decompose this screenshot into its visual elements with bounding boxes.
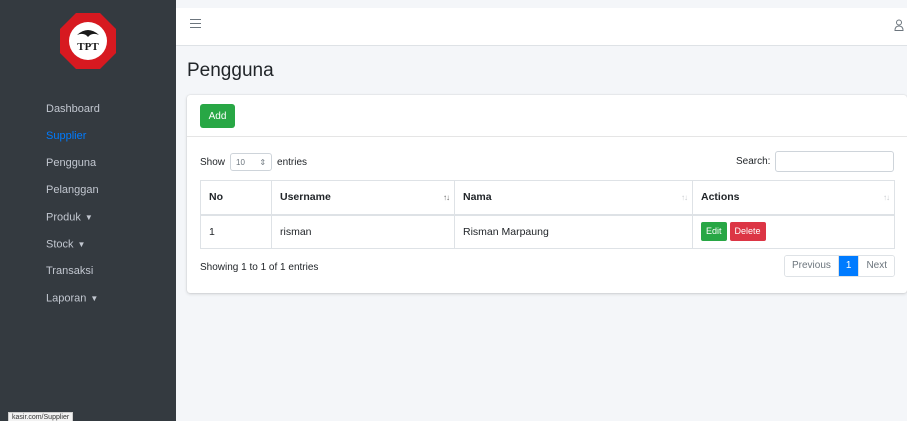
page-length-value: 10 bbox=[236, 157, 245, 167]
column-header-label: Nama bbox=[463, 191, 492, 204]
pagination: Previous 1 Next bbox=[783, 255, 895, 277]
column-header-actions[interactable]: Actions ↑↓ bbox=[692, 180, 895, 216]
sort-icon: ↑↓ bbox=[681, 193, 688, 202]
select-arrows-icon: ⇕ bbox=[259, 157, 267, 167]
page-1-button[interactable]: 1 bbox=[837, 256, 859, 276]
users-card: Add Show 10 ⇕ entries Search: No Usernam… bbox=[187, 95, 907, 293]
sidebar-item-laporan[interactable]: Laporan ▼ bbox=[0, 285, 176, 312]
caret-down-icon: ▼ bbox=[77, 240, 86, 249]
caret-down-icon: ▼ bbox=[90, 294, 99, 303]
sidebar-item-stock[interactable]: Stock ▼ bbox=[0, 231, 176, 258]
cell-no: 1 bbox=[200, 214, 272, 249]
cell-username: risman bbox=[271, 214, 455, 249]
table-row: 1 risman Risman Marpaung Edit Delete bbox=[200, 214, 895, 249]
entries-label: entries bbox=[277, 156, 308, 168]
sidebar-item-label: Dashboard bbox=[46, 103, 100, 115]
search-control: Search: bbox=[736, 151, 895, 172]
next-button[interactable]: Next bbox=[858, 256, 894, 276]
column-header-label: Username bbox=[280, 191, 331, 204]
brand-logo[interactable]: TPT bbox=[0, 0, 176, 82]
column-header-label: No bbox=[209, 191, 223, 204]
sidebar-item-supplier[interactable]: Supplier bbox=[0, 123, 176, 150]
status-bar-url: kasir.com/Supplier bbox=[8, 412, 74, 421]
hamburger-icon[interactable] bbox=[190, 19, 201, 30]
sidebar-item-label: Pengguna bbox=[46, 157, 97, 169]
sidebar-item-label: Pelanggan bbox=[46, 184, 99, 196]
search-label: Search: bbox=[736, 156, 771, 167]
column-header-label: Actions bbox=[701, 191, 740, 204]
sidebar-item-produk[interactable]: Produk ▼ bbox=[0, 204, 176, 231]
sidebar-item-label: Transaksi bbox=[46, 265, 94, 277]
sidebar-item-label: Produk bbox=[46, 211, 81, 224]
page-length-select[interactable]: 10 ⇕ bbox=[230, 153, 273, 171]
column-header-no[interactable]: No bbox=[200, 180, 272, 216]
caret-down-icon: ▼ bbox=[84, 213, 93, 222]
show-label: Show bbox=[200, 156, 226, 168]
previous-button[interactable]: Previous bbox=[784, 256, 838, 276]
sidebar-item-label: Stock bbox=[46, 238, 74, 251]
sort-icon: ↑↓ bbox=[443, 193, 450, 202]
logo-icon: TPT bbox=[60, 13, 116, 69]
user-icon[interactable] bbox=[894, 19, 904, 31]
column-header-username[interactable]: Username ↑↓ bbox=[271, 180, 455, 216]
sidebar-item-dashboard[interactable]: Dashboard bbox=[0, 96, 176, 123]
logo-text: TPT bbox=[77, 41, 99, 53]
column-header-nama[interactable]: Nama ↑↓ bbox=[454, 180, 693, 216]
sidebar-item-label: Laporan bbox=[46, 292, 87, 305]
cell-nama: Risman Marpaung bbox=[454, 214, 693, 249]
edit-button[interactable]: Edit bbox=[701, 222, 727, 242]
table-info: Showing 1 to 1 of 1 entries bbox=[200, 262, 319, 273]
users-table: No Username ↑↓ Nama ↑↓ Actions ↑↓ 1 risman … bbox=[200, 180, 895, 249]
page-title: Pengguna bbox=[187, 60, 274, 81]
add-button[interactable]: Add bbox=[200, 104, 235, 128]
sidebar-item-label: Supplier bbox=[46, 130, 87, 142]
sort-icon: ↑↓ bbox=[883, 193, 890, 202]
sidebar-item-pelanggan[interactable]: Pelanggan bbox=[0, 177, 176, 204]
sidebar-item-pengguna[interactable]: Pengguna bbox=[0, 150, 176, 177]
sidebar-item-transaksi[interactable]: Transaksi bbox=[0, 258, 176, 285]
card-header: Add bbox=[187, 95, 907, 137]
page-length-control: Show 10 ⇕ entries bbox=[200, 153, 307, 171]
top-navbar bbox=[176, 8, 907, 46]
table-header-row: No Username ↑↓ Nama ↑↓ Actions ↑↓ bbox=[200, 180, 895, 216]
delete-button[interactable]: Delete bbox=[729, 222, 766, 242]
sidebar: TPT Dashboard Supplier Pengguna Pelangga… bbox=[0, 0, 176, 421]
cell-actions: Edit Delete bbox=[692, 214, 895, 249]
sidebar-nav: Dashboard Supplier Pengguna Pelanggan Pr… bbox=[0, 96, 176, 312]
search-input[interactable] bbox=[775, 151, 895, 172]
